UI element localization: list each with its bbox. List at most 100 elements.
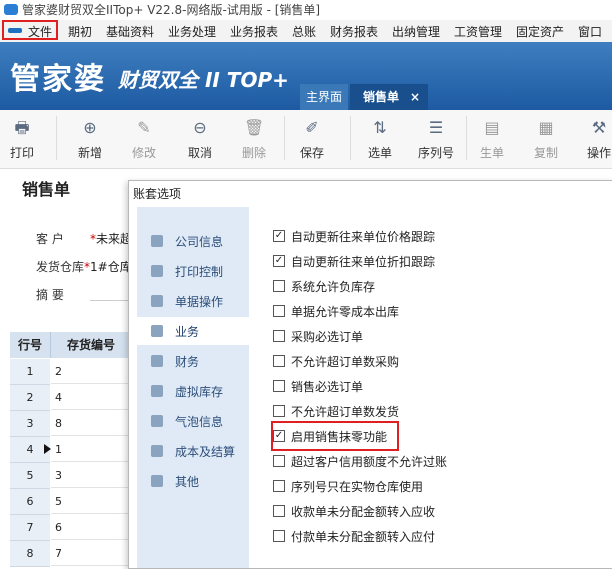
print-button[interactable]: 🖶 打印 bbox=[0, 118, 44, 161]
sidebar-item-label: 气泡信息 bbox=[175, 415, 224, 429]
brand-logo: 管家婆 bbox=[10, 62, 106, 97]
minus-circle-icon: ⊖ bbox=[193, 118, 207, 137]
list-icon bbox=[151, 475, 163, 487]
checkbox[interactable] bbox=[273, 280, 285, 292]
close-tab-icon[interactable]: × bbox=[410, 84, 420, 110]
app-logo-icon bbox=[4, 4, 18, 15]
checkbox[interactable]: ✓ bbox=[273, 230, 285, 242]
option-label: 收款单未分配金额转入应收 bbox=[291, 505, 436, 519]
menu-item-cashier[interactable]: 出纳管理 bbox=[392, 23, 440, 40]
tab-home[interactable]: 主界面 bbox=[300, 84, 348, 110]
sidebar-item-label: 成本及结算 bbox=[175, 445, 236, 459]
sidebar-item-label: 财务 bbox=[175, 355, 200, 369]
table-cell[interactable]: 1 bbox=[51, 437, 131, 462]
summary-input[interactable] bbox=[90, 300, 128, 301]
row-number[interactable]: 3 bbox=[10, 411, 50, 437]
checkbox[interactable] bbox=[273, 330, 285, 342]
checkbox[interactable] bbox=[273, 355, 285, 367]
toolbar-divider bbox=[284, 116, 285, 160]
table-cell[interactable]: 5 bbox=[51, 489, 131, 514]
row-number[interactable]: 6 bbox=[10, 489, 50, 515]
checkbox[interactable] bbox=[273, 480, 285, 492]
menu-file-label: 文件 bbox=[28, 25, 53, 39]
warehouse-value[interactable]: *1#仓库 bbox=[84, 258, 132, 275]
cancel-button[interactable]: ⊖ 取消 bbox=[178, 118, 222, 161]
column-header-code[interactable]: 存货编号 bbox=[51, 332, 132, 358]
checkbox[interactable] bbox=[273, 530, 285, 542]
serial-number-button[interactable]: ☰ 序列号 bbox=[414, 118, 458, 161]
sidebar-item-business[interactable]: 业务 bbox=[137, 317, 249, 345]
modify-button[interactable]: ✎ 修改 bbox=[122, 118, 166, 161]
checkbox[interactable] bbox=[273, 405, 285, 417]
add-button[interactable]: ⊕ 新增 bbox=[68, 118, 112, 161]
tab-sales[interactable]: 销售单 × bbox=[350, 84, 428, 110]
row-number[interactable]: 2 bbox=[10, 385, 50, 411]
title-bar: 管家婆财贸双全IITop+ V22.8-网络版-试用版 - [销售单] bbox=[0, 0, 612, 20]
sidebar-item-label: 打印控制 bbox=[175, 265, 224, 279]
menu-item-financial-report[interactable]: 财务报表 bbox=[330, 23, 378, 40]
column-header-row[interactable]: 行号 bbox=[10, 332, 51, 358]
menu-item-business-report[interactable]: 业务报表 bbox=[230, 23, 278, 40]
menu-item-fixed-assets[interactable]: 固定资产 bbox=[516, 23, 564, 40]
sidebar-item-other[interactable]: 其他 bbox=[137, 467, 249, 495]
option-label: 超过客户信用额度不允许过账 bbox=[291, 455, 448, 469]
document-add-icon: ▤ bbox=[484, 118, 500, 137]
sidebar-item-virtual-stock[interactable]: 虚拟库存 bbox=[137, 377, 249, 405]
warehouse-icon bbox=[151, 385, 163, 397]
menu-item-ledger[interactable]: 总账 bbox=[292, 23, 316, 40]
checkbox[interactable] bbox=[273, 380, 285, 392]
toolbar-divider bbox=[466, 116, 467, 160]
menu-file[interactable]: 文件 bbox=[2, 20, 58, 40]
printer-icon bbox=[151, 265, 163, 277]
table-cell[interactable]: 7 bbox=[51, 541, 131, 566]
delete-button[interactable]: 🗑 删除 bbox=[232, 118, 276, 161]
copy-button[interactable]: ▦ 复制 bbox=[524, 118, 568, 161]
select-order-label: 选单 bbox=[367, 146, 392, 160]
operate-button[interactable]: ⚒ 操作 bbox=[584, 118, 612, 161]
row-number[interactable]: 1 bbox=[10, 359, 50, 385]
sidebar-item-document-ops[interactable]: 单据操作 bbox=[137, 287, 249, 315]
table-cell[interactable]: 4 bbox=[51, 385, 131, 410]
save-button[interactable]: ✐ 保存 bbox=[290, 118, 334, 161]
menu-item-business[interactable]: 业务处理 bbox=[168, 23, 216, 40]
operate-label: 操作 bbox=[586, 146, 611, 160]
sidebar-item-print-control[interactable]: 打印控制 bbox=[137, 257, 249, 285]
serial-number-label: 序列号 bbox=[417, 146, 454, 160]
table-cell[interactable]: 8 bbox=[51, 411, 131, 436]
option-label: 单据允许零成本出库 bbox=[291, 305, 400, 319]
coins-icon bbox=[151, 355, 163, 367]
add-label: 新增 bbox=[77, 146, 102, 160]
row-number[interactable]: 5 bbox=[10, 463, 50, 489]
dialog-title: 账套选项 bbox=[133, 187, 182, 201]
table-cell[interactable]: 6 bbox=[51, 515, 131, 540]
money-bag-icon bbox=[151, 445, 163, 457]
sidebar-item-cost-settlement[interactable]: 成本及结算 bbox=[137, 437, 249, 465]
document-icon bbox=[151, 295, 163, 307]
checkbox[interactable] bbox=[273, 305, 285, 317]
generate-order-button[interactable]: ▤ 生单 bbox=[470, 118, 514, 161]
sidebar-item-label: 公司信息 bbox=[175, 235, 224, 249]
copy-icon: ▦ bbox=[538, 118, 554, 137]
checkbox[interactable]: ✓ bbox=[273, 255, 285, 267]
row-number[interactable]: 8 bbox=[10, 541, 50, 567]
checkbox[interactable] bbox=[273, 455, 285, 467]
customer-label: 客 户 bbox=[36, 232, 64, 246]
checkbox[interactable] bbox=[273, 505, 285, 517]
sidebar-item-bubble-info[interactable]: 气泡信息 bbox=[137, 407, 249, 435]
row-number[interactable]: 7 bbox=[10, 515, 50, 541]
sidebar-item-finance[interactable]: 财务 bbox=[137, 347, 249, 375]
file-menu-icon bbox=[8, 28, 22, 33]
table-cell[interactable]: 3 bbox=[51, 463, 131, 488]
cancel-label: 取消 bbox=[187, 146, 212, 160]
sidebar-item-company-info[interactable]: 公司信息 bbox=[137, 227, 249, 255]
option-label: 自动更新往来单位价格跟踪 bbox=[291, 230, 436, 244]
toolbar-divider bbox=[56, 116, 57, 160]
menu-item-opening[interactable]: 期初 bbox=[68, 23, 92, 40]
menu-item-payroll[interactable]: 工资管理 bbox=[454, 23, 502, 40]
warehouse-value-text: 1#仓库 bbox=[90, 260, 132, 274]
table-cell[interactable]: 2 bbox=[51, 359, 131, 384]
option-label: 不允许超订单数发货 bbox=[291, 405, 400, 419]
menu-item-window[interactable]: 窗口 bbox=[578, 23, 602, 40]
menu-item-basic-data[interactable]: 基础资料 bbox=[106, 23, 154, 40]
select-order-button[interactable]: ⇅ 选单 bbox=[358, 118, 402, 161]
